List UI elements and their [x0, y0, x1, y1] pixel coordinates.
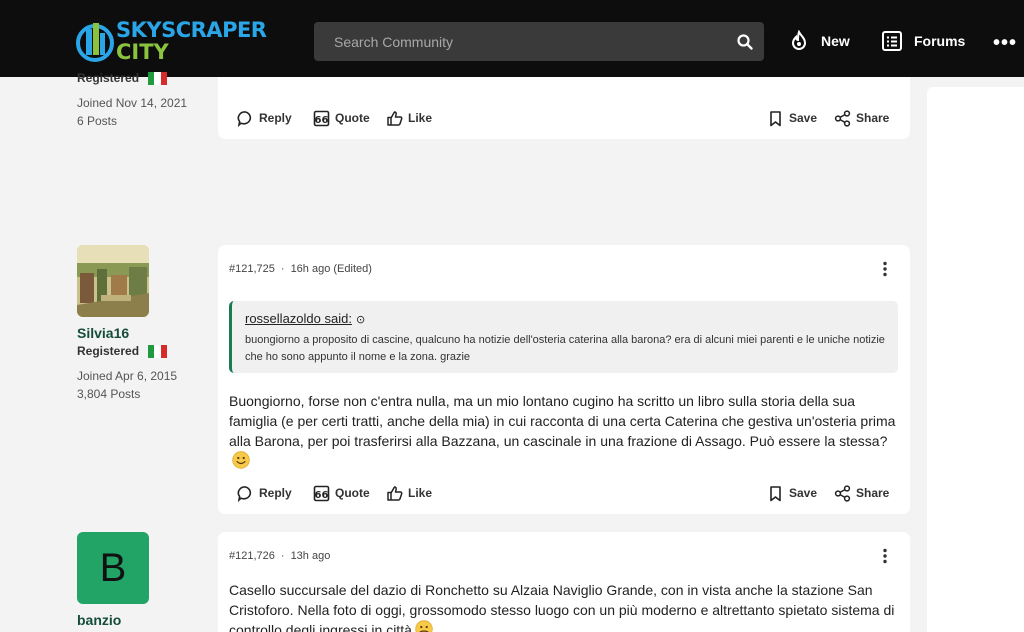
post-body-text: Casello succursale del dazio di Ronchett…: [229, 582, 895, 632]
new-label: New: [821, 33, 850, 49]
smiley-emoji-icon: [232, 451, 250, 469]
meta-separator: ·: [280, 550, 285, 562]
reply-label: Reply: [259, 486, 292, 500]
share-button[interactable]: Share: [834, 106, 889, 130]
thumbs-up-icon: [387, 110, 403, 126]
thumbs-up-icon: [387, 485, 403, 501]
post-author-info: Registered Joined Nov 14, 2021 6 Posts: [77, 71, 207, 130]
user-role: Registered: [77, 344, 207, 358]
italy-flag-icon: [148, 344, 168, 358]
top-navigation-bar: SKYSCRAPER CITY New Forums •••: [0, 0, 1024, 77]
post-card: Reply 66 Quote Like Save Share: [218, 77, 910, 139]
user-joined-date: Joined Nov 14, 2021: [77, 96, 188, 110]
italy-flag-icon: [148, 71, 168, 85]
reply-button[interactable]: Reply: [237, 106, 292, 130]
svg-text:66: 66: [315, 115, 329, 126]
logo-text-city: CITY: [116, 40, 169, 64]
search-input[interactable]: [314, 22, 724, 61]
quote-block: rossellazoldo said: ⊙ buongiorno a propos…: [229, 301, 898, 373]
save-button[interactable]: Save: [767, 106, 817, 130]
reply-bubble-icon: [237, 485, 252, 502]
search-bar: [314, 22, 764, 61]
share-label: Share: [856, 111, 890, 125]
logo-text-skyscraper: SKYSCRAPER: [116, 18, 267, 42]
post-time: 16h ago (Edited): [290, 263, 372, 275]
quote-button[interactable]: 66 Quote: [313, 106, 370, 130]
post-author-info: B banzio: [77, 532, 207, 628]
quote-label: Quote: [335, 486, 370, 500]
user-role: Registered: [77, 71, 207, 85]
post-actions: Reply 66 Quote Like Save Share: [218, 106, 910, 130]
post-meta: #121,726 · 13h ago: [229, 550, 330, 562]
share-button[interactable]: Share: [834, 481, 889, 505]
like-button[interactable]: Like: [386, 106, 432, 130]
post-actions: Reply 66 Quote Like Save Share: [218, 481, 910, 505]
skyscraper-logo-icon: [76, 23, 114, 62]
post-card: #121,726 · 13h ago Casello succursale del …: [218, 532, 910, 632]
save-label: Save: [789, 486, 818, 500]
forums-button[interactable]: Forums: [881, 28, 965, 54]
post-body-text: Buongiorno, forse non c'entra nulla, ma …: [229, 393, 896, 449]
like-label: Like: [408, 486, 433, 500]
meta-separator: ·: [280, 263, 285, 275]
avatar-photo-icon: [77, 245, 149, 317]
forums-list-icon: [882, 31, 902, 51]
avatar[interactable]: [77, 245, 149, 317]
save-button[interactable]: Save: [767, 481, 817, 505]
svg-text:66: 66: [315, 490, 329, 501]
post-body: Casello succursale del dazio di Ronchett…: [229, 580, 899, 632]
post-time: 13h ago: [290, 550, 331, 562]
username-link[interactable]: banzio: [77, 612, 207, 628]
user-post-count: 6 Posts: [77, 114, 118, 128]
post-body: Buongiorno, forse non c'entra nulla, ma …: [229, 391, 899, 471]
new-button[interactable]: New: [788, 28, 850, 54]
quote-button[interactable]: 66 Quote: [313, 481, 370, 505]
post-card: #121,725 · 16h ago (Edited) rossellazoldo …: [218, 245, 910, 514]
user-joined-date: Joined Apr 6, 2015: [77, 369, 178, 383]
flame-icon: [791, 30, 807, 50]
quote-author-link[interactable]: rossellazoldo said: ⊙: [245, 311, 365, 326]
site-logo[interactable]: SKYSCRAPER CITY: [76, 17, 267, 65]
save-label: Save: [789, 111, 818, 125]
quote-label: Quote: [335, 111, 370, 125]
like-button[interactable]: Like: [386, 481, 432, 505]
user-role-label: Registered: [77, 71, 140, 85]
bookmark-icon: [770, 110, 781, 126]
more-menu-button[interactable]: •••: [993, 30, 1017, 56]
post-options-icon[interactable]: [882, 261, 888, 277]
share-label: Share: [856, 486, 890, 500]
user-post-count: 3,804 Posts: [77, 387, 141, 401]
share-icon: [834, 109, 851, 127]
smiley-emoji-icon: [415, 620, 433, 632]
quote-jump-icon[interactable]: ⊙: [356, 313, 365, 326]
like-label: Like: [408, 111, 433, 125]
post-meta: #121,725 · 16h ago (Edited): [229, 263, 372, 275]
forums-label: Forums: [914, 33, 966, 49]
avatar[interactable]: B: [77, 532, 149, 604]
search-icon[interactable]: [736, 33, 754, 51]
post-number-link[interactable]: #121,725: [229, 263, 275, 275]
share-icon: [834, 484, 851, 502]
post-author-info: Silvia16 Registered Joined Apr 6, 2015 3…: [77, 245, 207, 403]
post-options-icon[interactable]: [882, 548, 888, 564]
reply-bubble-icon: [237, 110, 252, 127]
reply-label: Reply: [259, 111, 292, 125]
quote-icon: 66: [313, 485, 330, 501]
quote-text: buongiorno a proposito di cascine, qualc…: [245, 334, 885, 363]
right-sidebar: [927, 87, 1024, 632]
quote-author-name: rossellazoldo said:: [245, 311, 352, 326]
user-role-label: Registered: [77, 344, 140, 358]
post-number-link[interactable]: #121,726: [229, 550, 275, 562]
reply-button[interactable]: Reply: [237, 481, 292, 505]
bookmark-icon: [770, 485, 781, 501]
username-link[interactable]: Silvia16: [77, 325, 207, 341]
quote-icon: 66: [313, 110, 330, 126]
